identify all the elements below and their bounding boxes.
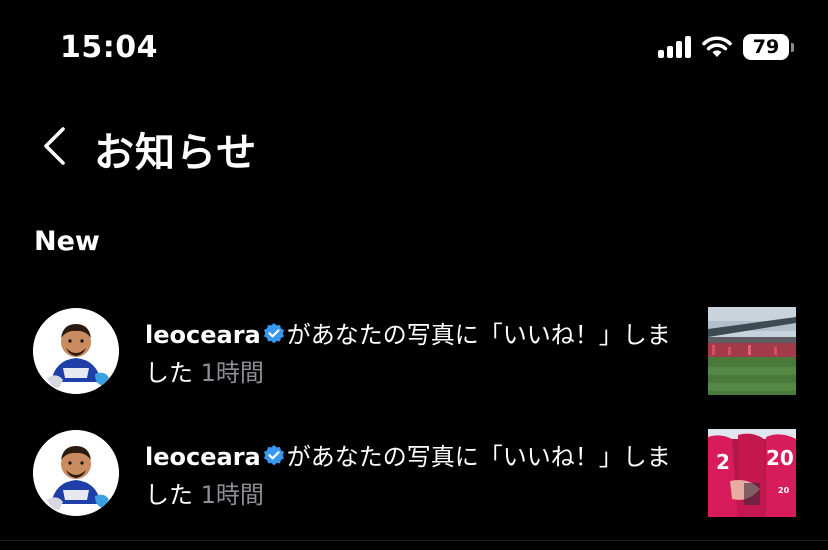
wifi-icon (702, 36, 732, 57)
divider (0, 540, 828, 541)
status-bar: 15:04 79 (0, 0, 828, 100)
page-title: お知らせ (94, 130, 258, 176)
username[interactable]: leoceara (145, 321, 261, 349)
avatar[interactable] (33, 430, 119, 516)
battery-icon: 79 (743, 34, 794, 60)
avatar-cartoon-icon (33, 430, 119, 516)
notification-time: 1時間 (200, 359, 264, 387)
cellular-signal-icon (658, 36, 691, 58)
verified-badge-icon (263, 323, 284, 344)
svg-text:20: 20 (766, 446, 794, 470)
avatar-cartoon-icon (33, 308, 119, 394)
svg-text:2: 2 (716, 450, 730, 474)
notification-item[interactable]: leoceara があなたの写真に「いいね！」しました 1時間 2 20 20 (0, 418, 828, 528)
battery-percent: 79 (743, 34, 789, 60)
post-thumbnail[interactable] (708, 307, 796, 395)
back-button[interactable] (36, 124, 76, 168)
header: お知らせ (0, 110, 828, 180)
verified-badge-icon (263, 445, 284, 466)
jersey-photo-thumbnail: 2 20 20 (708, 429, 796, 517)
section-title-new: New (34, 226, 100, 257)
notification-item[interactable]: leoceara があなたの写真に「いいね！」しました 1時間 (0, 296, 828, 406)
post-thumbnail[interactable]: 2 20 20 (708, 429, 796, 517)
svg-text:20: 20 (778, 486, 790, 495)
username[interactable]: leoceara (145, 443, 261, 471)
avatar[interactable] (33, 308, 119, 394)
chevron-left-icon (44, 127, 65, 165)
notification-text: leoceara があなたの写真に「いいね！」しました 1時間 (145, 438, 690, 514)
status-icons: 79 (658, 34, 794, 60)
stadium-photo-thumbnail (708, 307, 796, 395)
status-time: 15:04 (60, 30, 158, 65)
notification-time: 1時間 (200, 481, 264, 509)
notification-text: leoceara があなたの写真に「いいね！」しました 1時間 (145, 316, 690, 392)
